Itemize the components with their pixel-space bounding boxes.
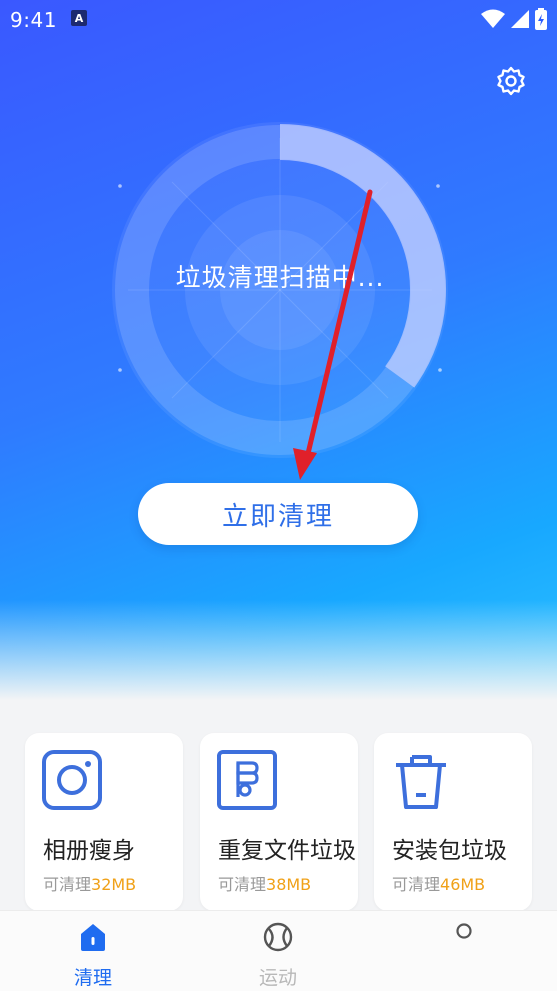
- card-amount: 46MB: [440, 875, 486, 894]
- signal-icon: [511, 10, 529, 28]
- card-subtitle: 可清理46MB: [392, 871, 485, 895]
- duplicate-file-icon: [217, 750, 277, 810]
- card-album-slimming[interactable]: 相册瘦身 可清理32MB: [25, 733, 183, 911]
- card-install-packages[interactable]: 安装包垃圾 可清理46MB: [374, 733, 532, 911]
- home-icon: [81, 924, 105, 951]
- tab-label: 运动: [258, 967, 297, 989]
- card-subtitle: 可清理38MB: [218, 871, 311, 895]
- wifi-icon: [481, 9, 505, 28]
- status-bar: 9:41 A: [0, 0, 557, 36]
- camera-icon: [42, 750, 102, 810]
- settings-button[interactable]: [492, 62, 530, 100]
- card-amount: 38MB: [266, 875, 312, 894]
- tab-more[interactable]: [404, 911, 524, 991]
- tab-label: 清理: [73, 967, 112, 989]
- tab-sport[interactable]: 运动: [218, 911, 338, 991]
- notification-icon: A: [71, 10, 87, 26]
- ball-icon: [263, 922, 293, 952]
- card-title: 相册瘦身: [43, 838, 135, 864]
- card-sub-prefix: 可清理: [392, 875, 441, 894]
- card-subtitle: 可清理32MB: [43, 871, 136, 895]
- card-duplicate-files[interactable]: 重复文件垃圾 可清理38MB: [200, 733, 358, 911]
- card-sub-prefix: 可清理: [43, 875, 92, 894]
- card-title: 重复文件垃圾: [218, 838, 356, 864]
- tab-clean[interactable]: 清理: [33, 911, 153, 991]
- battery-icon: [535, 8, 547, 30]
- trash-icon: [396, 755, 446, 809]
- card-title: 安装包垃圾: [392, 838, 507, 864]
- card-sub-prefix: 可清理: [218, 875, 267, 894]
- status-icons: [481, 8, 547, 30]
- status-time: 9:41: [10, 8, 57, 32]
- bottom-tab-bar: 清理 运动: [0, 910, 557, 991]
- card-amount: 32MB: [91, 875, 137, 894]
- scan-status-text: 垃圾清理扫描中...: [175, 263, 385, 292]
- gear-icon: [497, 66, 525, 96]
- clean-now-button[interactable]: 立即清理: [138, 483, 418, 545]
- dot-icon: [456, 923, 472, 939]
